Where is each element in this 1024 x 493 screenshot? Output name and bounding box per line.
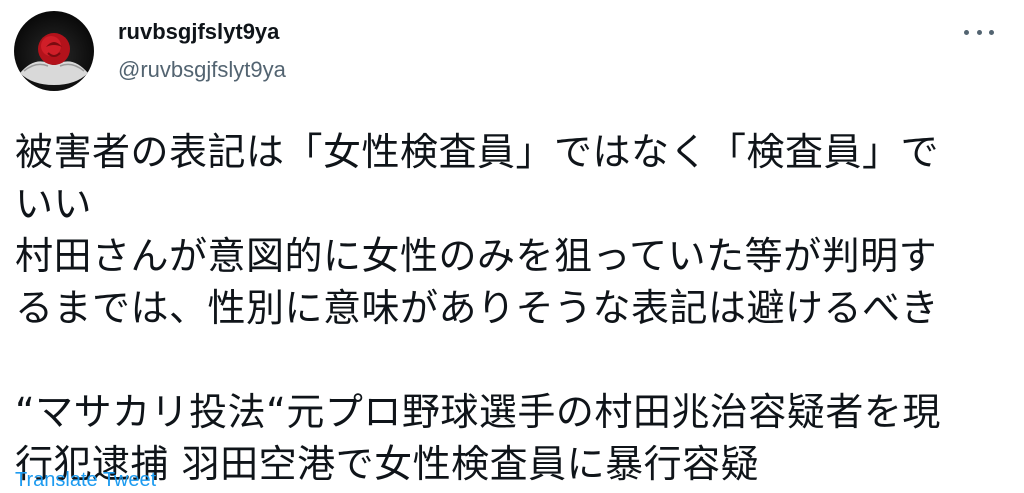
avatar[interactable] bbox=[14, 11, 94, 91]
display-name[interactable]: ruvbsgjfslyt9ya bbox=[118, 18, 286, 46]
tweet-text: 被害者の表記は「女性検査員」ではなく「検査員」で いい 村田さんが意図的に女性の… bbox=[15, 126, 1005, 490]
rose-avatar-icon bbox=[20, 33, 88, 85]
tweet-line: “マサカリ投法“元プロ野球選手の村田兆治容疑者を現 bbox=[15, 390, 941, 434]
tweet-line: 行犯逮捕 羽田空港で女性検査員に暴行容疑 bbox=[15, 442, 760, 486]
tweet-line: いい bbox=[15, 182, 93, 226]
tweet-line: 被害者の表記は「女性検査員」ではなく「検査員」で bbox=[15, 130, 940, 174]
translate-tweet-link[interactable]: Translate Tweet bbox=[15, 468, 156, 492]
more-horizontal-icon bbox=[964, 29, 969, 35]
tweet-line: るまでは、性別に意味がありそうな表記は避けるべき bbox=[15, 286, 940, 330]
user-handle[interactable]: @ruvbsgjfslyt9ya bbox=[118, 56, 286, 84]
user-info[interactable]: ruvbsgjfslyt9ya @ruvbsgjfslyt9ya bbox=[118, 18, 286, 84]
more-horizontal-icon-dot-3 bbox=[989, 29, 994, 35]
more-options-button[interactable] bbox=[964, 24, 994, 40]
more-horizontal-icon-dot-2 bbox=[976, 29, 982, 35]
tweet-line: 村田さんが意図的に女性のみを狙っていた等が判明す bbox=[15, 234, 938, 278]
